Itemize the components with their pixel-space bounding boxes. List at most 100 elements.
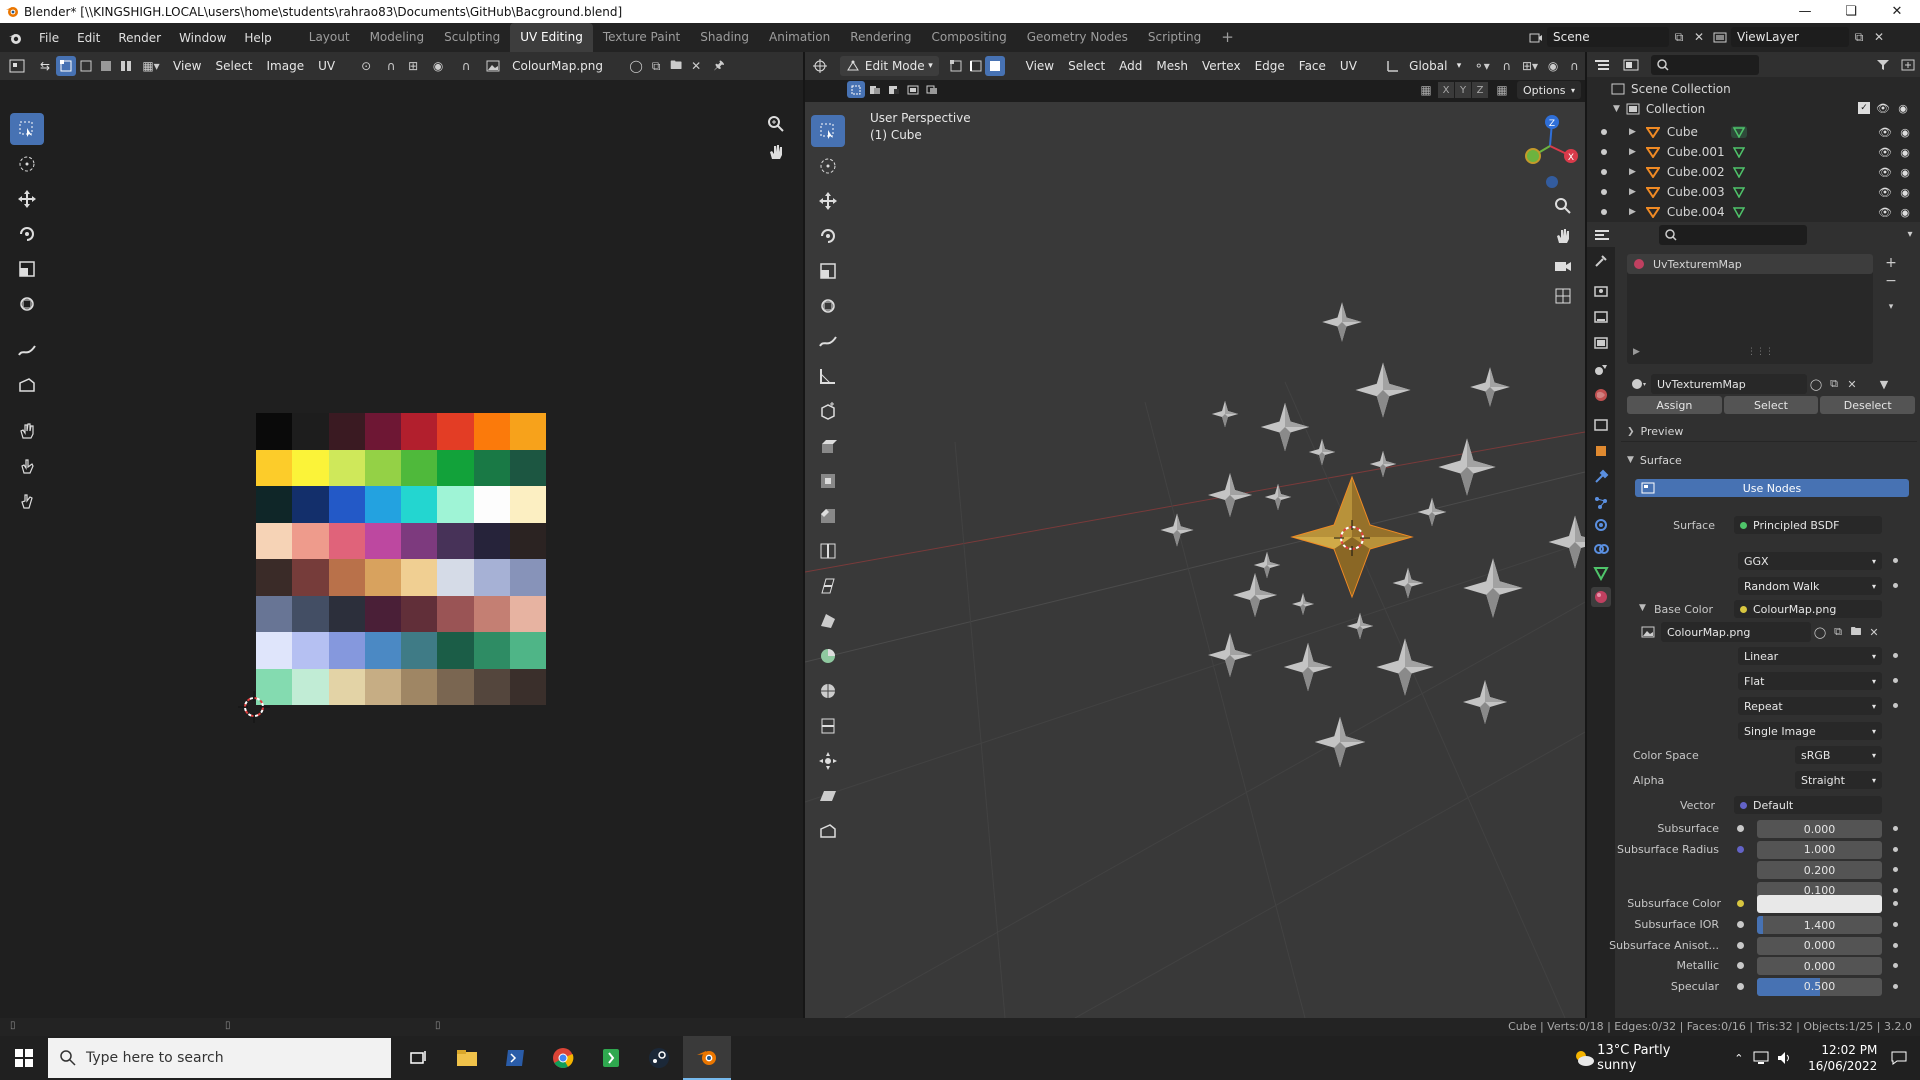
- keyframe-dot[interactable]: [1893, 922, 1898, 927]
- view-layer-tab-icon[interactable]: [1593, 335, 1609, 351]
- visibility-eye-icon[interactable]: 👁: [1876, 102, 1890, 115]
- image-new-icon[interactable]: ⧉: [1829, 625, 1847, 639]
- particles-tab-icon[interactable]: [1593, 495, 1609, 511]
- scale-tool[interactable]: [10, 253, 44, 285]
- slot-specials-button[interactable]: ▾: [1881, 298, 1901, 316]
- mesh-data-icon[interactable]: [1731, 166, 1747, 178]
- number-field[interactable]: 1.400: [1757, 916, 1882, 934]
- transform-tool[interactable]: [10, 288, 44, 320]
- world-tab-icon[interactable]: [1593, 387, 1609, 403]
- viewport-zoom-icon[interactable]: [1551, 194, 1575, 218]
- unlink-material-icon[interactable]: ✕: [1843, 378, 1861, 391]
- options-dropdown[interactable]: Options ▾: [1517, 81, 1581, 99]
- outliner-filter-icon[interactable]: [1870, 59, 1896, 71]
- outliner-search-input[interactable]: [1651, 54, 1759, 75]
- rip-tool[interactable]: [811, 815, 845, 847]
- visibility-eye-icon[interactable]: 👁: [1878, 166, 1892, 179]
- visibility-eye-icon[interactable]: 👁: [1878, 126, 1892, 139]
- vp-menu-vertex[interactable]: Vertex: [1195, 59, 1248, 73]
- outliner-object-row[interactable]: ▶ Cube.004 👁 ◉: [1587, 202, 1920, 222]
- bevel-tool[interactable]: [811, 500, 845, 532]
- mode-selector[interactable]: Edit Mode ▾: [839, 56, 939, 76]
- expand-arrow-icon[interactable]: ▶: [1629, 187, 1636, 197]
- object-select-dot[interactable]: [1601, 149, 1607, 155]
- properties-search-input[interactable]: [1659, 224, 1807, 245]
- menu-edit[interactable]: Edit: [68, 31, 109, 45]
- pinch-tool[interactable]: [10, 485, 44, 517]
- assign-button[interactable]: Assign: [1627, 396, 1722, 414]
- notifications-icon[interactable]: [1877, 1051, 1920, 1065]
- input-socket[interactable]: [1737, 825, 1744, 832]
- image-browse-prop-icon[interactable]: [1635, 626, 1661, 638]
- material-slot-row[interactable]: UvTexturemMap: [1627, 254, 1873, 274]
- input-socket[interactable]: [1737, 941, 1744, 949]
- vp-menu-view[interactable]: View: [1019, 59, 1061, 73]
- vp-select-invert-icon[interactable]: [904, 81, 922, 98]
- image-unlink-icon[interactable]: ✕: [1865, 626, 1883, 639]
- add-slot-button[interactable]: +: [1881, 254, 1901, 272]
- pin-icon[interactable]: 🖈: [706, 56, 732, 77]
- open-image-icon[interactable]: 🖿: [666, 56, 686, 77]
- vp-menu-uv[interactable]: UV: [1333, 59, 1364, 73]
- edge-select-mode-icon[interactable]: [76, 60, 96, 72]
- scene-collection-row[interactable]: Scene Collection: [1611, 82, 1731, 96]
- auto-merge-icon[interactable]: ▦: [1493, 82, 1511, 98]
- image-name-field[interactable]: ColourMap.png: [506, 56, 626, 76]
- face-select-mode-icon[interactable]: [96, 60, 116, 72]
- input-socket[interactable]: [1737, 845, 1744, 853]
- keyframe-dot[interactable]: [1893, 887, 1898, 893]
- vp-annotate-tool[interactable]: [811, 325, 845, 357]
- annotate-tool[interactable]: [10, 334, 44, 366]
- tab-modeling[interactable]: Modeling: [360, 23, 435, 52]
- transform-orientation-icon[interactable]: [1382, 59, 1403, 73]
- image-browse-icon[interactable]: [480, 60, 506, 72]
- minimize-button[interactable]: —: [1782, 0, 1828, 23]
- object-tab-icon[interactable]: [1593, 443, 1609, 459]
- browse-material-icon[interactable]: [1627, 378, 1651, 390]
- outliner-editor-type-icon[interactable]: [1587, 59, 1617, 71]
- uv-zoom-icon[interactable]: [764, 112, 788, 136]
- link-type-icon[interactable]: ▼: [1869, 378, 1899, 391]
- keyframe-dot[interactable]: [1893, 826, 1898, 831]
- windows-start-icon[interactable]: [0, 1036, 48, 1080]
- viewport-pan-icon[interactable]: [1551, 224, 1575, 248]
- tool-tab-icon[interactable]: [1593, 253, 1609, 269]
- add-workspace-button[interactable]: +: [1211, 23, 1244, 52]
- expand-arrow-icon[interactable]: ▶: [1629, 207, 1636, 217]
- vp-select-box-tool[interactable]: [811, 115, 845, 147]
- use-nodes-button[interactable]: Use Nodes: [1635, 479, 1909, 497]
- falloff-type-icon[interactable]: ∩: [1564, 59, 1585, 73]
- uv-menu-image[interactable]: Image: [260, 59, 312, 73]
- mirror-x-toggle[interactable]: X: [1438, 82, 1454, 98]
- alpha-dropdown[interactable]: Straight ▾: [1795, 771, 1882, 789]
- powershell-icon[interactable]: [491, 1036, 539, 1080]
- visibility-eye-icon[interactable]: 👁: [1878, 206, 1892, 219]
- number-field[interactable]: 0.000: [1757, 957, 1882, 975]
- subsurface-method-dropdown[interactable]: Random Walk ▾: [1738, 577, 1882, 595]
- knife-tool[interactable]: [811, 570, 845, 602]
- clock[interactable]: 12:02 PM 16/06/2022: [1808, 1042, 1877, 1074]
- image-fake-user-icon[interactable]: ◯: [1811, 626, 1829, 639]
- face-mode-icon[interactable]: [985, 56, 1005, 76]
- vertex-mode-icon[interactable]: [947, 60, 966, 72]
- extrude-tool[interactable]: [811, 430, 845, 462]
- falloff-icon[interactable]: ∩: [452, 59, 480, 73]
- output-tab-icon[interactable]: [1593, 309, 1609, 325]
- measure-tool[interactable]: [811, 360, 845, 392]
- snap-target-icon[interactable]: ⊞: [402, 59, 424, 73]
- snapping-icon[interactable]: ∩: [1496, 59, 1517, 73]
- source-dropdown[interactable]: Single Image ▾: [1738, 722, 1882, 740]
- vector-field[interactable]: Default: [1734, 796, 1882, 814]
- uv-menu-view[interactable]: View: [166, 59, 208, 73]
- input-socket[interactable]: [1737, 921, 1744, 928]
- visibility-eye-icon[interactable]: 👁: [1878, 186, 1892, 199]
- uv-pan-icon[interactable]: [764, 140, 788, 164]
- new-image-icon[interactable]: ⧉: [646, 59, 666, 74]
- outliner-object-row[interactable]: ▶ Cube 👁 ◉: [1587, 122, 1920, 142]
- rotate-tool[interactable]: [10, 218, 44, 250]
- vp-menu-face[interactable]: Face: [1292, 59, 1333, 73]
- input-socket[interactable]: [1737, 962, 1744, 969]
- projection-dropdown[interactable]: Flat ▾: [1738, 672, 1882, 690]
- display-mode-icon[interactable]: [1617, 59, 1645, 71]
- view-layer-selector[interactable]: ViewLayer: [1731, 27, 1849, 47]
